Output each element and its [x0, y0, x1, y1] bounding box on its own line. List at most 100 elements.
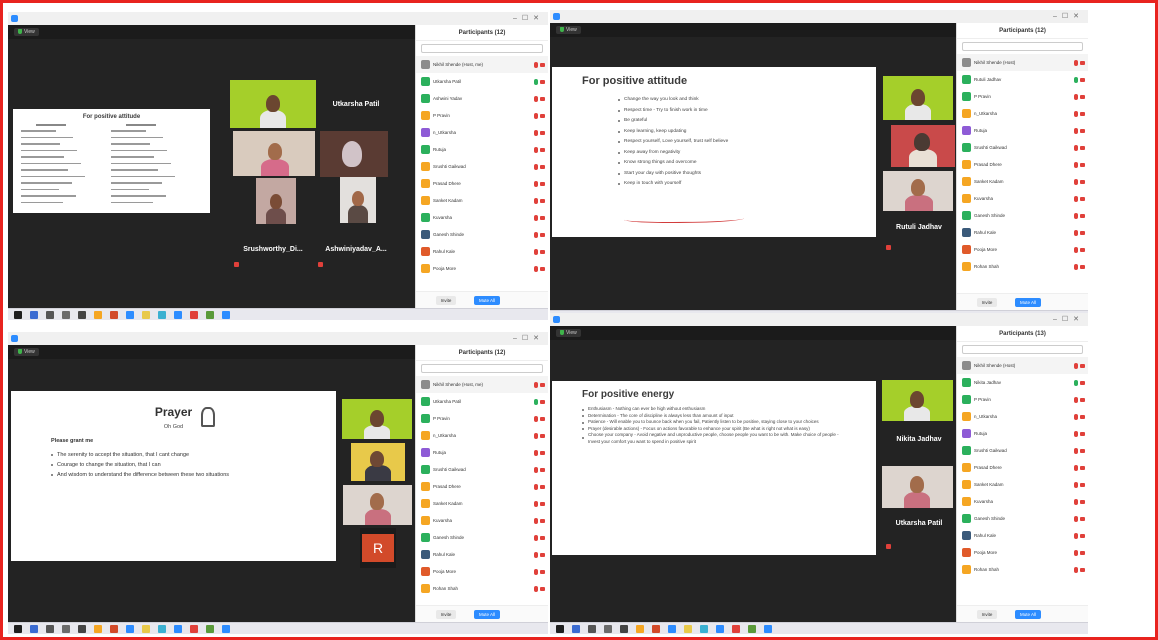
taskbar-app-icon[interactable]: [174, 625, 182, 633]
camera-off-icon[interactable]: [540, 400, 545, 404]
camera-off-icon[interactable]: [1080, 432, 1085, 436]
taskbar-app-icon[interactable]: [126, 311, 134, 319]
mic-muted-icon[interactable]: [534, 198, 538, 204]
video-tile-2[interactable]: [882, 466, 953, 508]
camera-off-icon[interactable]: [1080, 568, 1085, 572]
mic-muted-icon[interactable]: [534, 535, 538, 541]
participant-row[interactable]: Prasad Dhere: [957, 459, 1088, 476]
participant-row[interactable]: Ashwini Yadav: [416, 90, 548, 107]
mic-muted-icon[interactable]: [1074, 363, 1078, 369]
participant-search-input[interactable]: [962, 345, 1083, 354]
mute-all-button[interactable]: Mute All: [1015, 610, 1041, 619]
mic-muted-icon[interactable]: [1074, 179, 1078, 185]
participant-row[interactable]: Prasad Dhere: [416, 175, 548, 192]
window-controls[interactable]: –☐✕: [513, 332, 544, 345]
participant-row[interactable]: n_Utkarsha: [416, 124, 548, 141]
taskbar-app-icon[interactable]: [62, 625, 70, 633]
participant-row[interactable]: n_Utkarsha: [416, 427, 548, 444]
taskbar-app-icon[interactable]: [190, 625, 198, 633]
camera-off-icon[interactable]: [1080, 500, 1085, 504]
video-tile-presenter[interactable]: [883, 76, 953, 120]
video-tile-3[interactable]: [320, 131, 388, 177]
participant-row[interactable]: Nikhil Shende (Host, me): [416, 376, 548, 393]
mic-muted-icon[interactable]: [534, 181, 538, 187]
mic-muted-icon[interactable]: [1074, 397, 1078, 403]
taskbar-app-icon[interactable]: [222, 311, 230, 319]
mic-muted-icon[interactable]: [1074, 567, 1078, 573]
camera-off-icon[interactable]: [540, 383, 545, 387]
taskbar-app-icon[interactable]: [620, 625, 628, 633]
participant-row[interactable]: Utkarsha Patil: [416, 73, 548, 90]
mic-muted-icon[interactable]: [534, 130, 538, 136]
mic-muted-icon[interactable]: [1074, 196, 1078, 202]
video-tile-presenter[interactable]: [230, 80, 316, 128]
participant-row[interactable]: Rahul Kale: [957, 224, 1088, 241]
video-tile-avatar[interactable]: R: [360, 528, 396, 568]
camera-off-icon[interactable]: [1080, 449, 1085, 453]
participant-row[interactable]: Ganesh Shinde: [416, 529, 548, 546]
camera-off-icon[interactable]: [540, 114, 545, 118]
participant-row[interactable]: Rahul Kale: [957, 527, 1088, 544]
camera-off-icon[interactable]: [540, 182, 545, 186]
taskbar-app-icon[interactable]: [206, 311, 214, 319]
participant-row[interactable]: n_Utkarsha: [957, 105, 1088, 122]
participant-row[interactable]: Sanket Kadam: [957, 173, 1088, 190]
mic-on-icon[interactable]: [1074, 380, 1078, 386]
participant-row[interactable]: Pooja More: [416, 563, 548, 580]
mic-muted-icon[interactable]: [534, 113, 538, 119]
taskbar-app-icon[interactable]: [46, 311, 54, 319]
participant-row[interactable]: Utkarsha Patil: [416, 393, 548, 410]
video-tile-2[interactable]: [891, 125, 955, 167]
participant-row[interactable]: Kuvarsha: [416, 209, 548, 226]
mic-muted-icon[interactable]: [534, 164, 538, 170]
mic-muted-icon[interactable]: [1074, 145, 1078, 151]
camera-off-icon[interactable]: [540, 250, 545, 254]
taskbar-app-icon[interactable]: [78, 625, 86, 633]
participant-row[interactable]: Kuvarsha: [957, 493, 1088, 510]
taskbar-app-icon[interactable]: [110, 311, 118, 319]
camera-off-icon[interactable]: [540, 434, 545, 438]
window-controls[interactable]: –☐✕: [1053, 10, 1084, 23]
mute-all-button[interactable]: Mute All: [474, 296, 500, 305]
camera-off-icon[interactable]: [540, 148, 545, 152]
camera-off-icon[interactable]: [1080, 214, 1085, 218]
camera-off-icon[interactable]: [540, 570, 545, 574]
video-tile-presenter[interactable]: [882, 380, 953, 421]
participant-search-input[interactable]: [962, 42, 1083, 51]
mic-muted-icon[interactable]: [534, 382, 538, 388]
camera-off-icon[interactable]: [1080, 517, 1085, 521]
invite-button[interactable]: Invite: [436, 296, 456, 305]
camera-off-icon[interactable]: [1080, 534, 1085, 538]
participant-row[interactable]: Rutuja: [957, 122, 1088, 139]
taskbar-app-icon[interactable]: [158, 311, 166, 319]
camera-off-icon[interactable]: [1080, 551, 1085, 555]
taskbar-app-icon[interactable]: [716, 625, 724, 633]
mic-muted-icon[interactable]: [534, 215, 538, 221]
mic-muted-icon[interactable]: [1074, 264, 1078, 270]
mic-muted-icon[interactable]: [534, 467, 538, 473]
window-controls[interactable]: –☐✕: [513, 12, 544, 25]
meeting-info-button[interactable]: View: [14, 28, 39, 36]
camera-off-icon[interactable]: [540, 165, 545, 169]
mic-muted-icon[interactable]: [534, 586, 538, 592]
camera-off-icon[interactable]: [1080, 146, 1085, 150]
camera-off-icon[interactable]: [1080, 231, 1085, 235]
camera-off-icon[interactable]: [1080, 265, 1085, 269]
taskbar-app-icon[interactable]: [668, 625, 676, 633]
invite-button[interactable]: Invite: [977, 298, 997, 307]
participant-row[interactable]: Rohan Shah: [416, 580, 548, 597]
invite-button[interactable]: Invite: [977, 610, 997, 619]
video-tile-3[interactable]: [343, 485, 412, 525]
taskbar-app-icon[interactable]: [94, 311, 102, 319]
video-tile-2[interactable]: [351, 443, 405, 481]
participant-row[interactable]: Sanket Kadam: [416, 192, 548, 209]
camera-off-icon[interactable]: [540, 587, 545, 591]
participant-row[interactable]: Nikita Jadhav: [957, 374, 1088, 391]
video-tile-4[interactable]: [256, 178, 296, 224]
mic-muted-icon[interactable]: [1074, 533, 1078, 539]
participant-row[interactable]: Ganesh Shinde: [957, 207, 1088, 224]
participant-row[interactable]: Srushti Gaikwad: [416, 158, 548, 175]
taskbar-app-icon[interactable]: [604, 625, 612, 633]
taskbar-app-icon[interactable]: [30, 625, 38, 633]
participant-row[interactable]: Ganesh Shinde: [416, 226, 548, 243]
